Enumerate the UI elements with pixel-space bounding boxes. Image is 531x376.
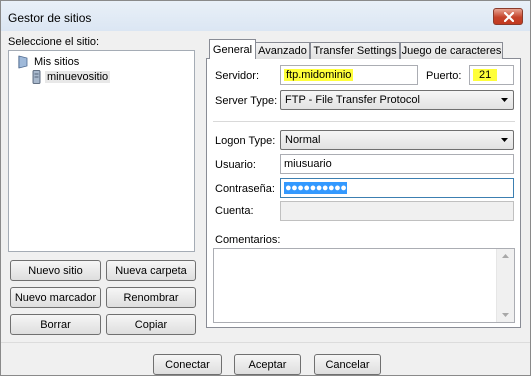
cancel-button[interactable]: Cancelar — [314, 354, 381, 375]
password-input[interactable]: ●●●●●●●●●● — [280, 178, 514, 198]
user-label: Usuario: — [215, 159, 256, 171]
server-label: Servidor: — [215, 70, 260, 82]
close-button[interactable] — [493, 8, 523, 25]
password-value: ●●●●●●●●●● — [284, 182, 348, 194]
logon-type-label: Logon Type: — [215, 135, 276, 147]
chevron-down-icon — [501, 138, 508, 142]
server-type-value: FTP - File Transfer Protocol — [285, 94, 420, 106]
footer-divider — [1, 342, 530, 343]
port-input[interactable]: 21 — [469, 65, 514, 85]
connect-button[interactable]: Conectar — [153, 354, 222, 375]
tree-item-minuevositio[interactable]: minuevositio — [32, 70, 111, 84]
server-value: ftp.midominio — [284, 69, 354, 81]
comments-textarea[interactable] — [213, 248, 515, 323]
site-manager-window: Gestor de sitios Seleccione el sitio: Mi… — [0, 0, 531, 376]
accept-button[interactable]: Aceptar — [234, 354, 301, 375]
chevron-down-icon — [501, 98, 508, 102]
tree-item-mis-sitios[interactable]: Mis sitios — [16, 55, 79, 69]
account-label: Cuenta: — [215, 205, 254, 217]
delete-button[interactable]: Borrar — [10, 314, 101, 335]
divider — [213, 121, 515, 122]
close-icon — [504, 12, 514, 22]
port-label: Puerto: — [426, 70, 462, 82]
user-input[interactable]: miusuario — [280, 154, 514, 174]
tab-transfer-settings[interactable]: Transfer Settings — [310, 42, 400, 59]
server-icon — [32, 70, 41, 84]
site-select-label: Seleccione el sitio: — [8, 36, 100, 48]
logon-type-select[interactable]: Normal — [280, 130, 514, 150]
server-input[interactable]: ftp.midominio — [280, 65, 418, 85]
tab-general[interactable]: General — [209, 39, 256, 59]
port-value: 21 — [473, 69, 498, 81]
folder-icon — [18, 55, 28, 69]
server-type-select[interactable]: FTP - File Transfer Protocol — [280, 90, 514, 110]
comments-scrollbar[interactable] — [496, 249, 514, 322]
new-site-button[interactable]: Nuevo sitio — [10, 260, 101, 281]
scroll-up-icon[interactable] — [502, 254, 509, 258]
logon-type-value: Normal — [285, 134, 321, 146]
tab-avanzado[interactable]: Avanzado — [255, 42, 310, 59]
new-bookmark-button[interactable]: Nuevo marcador — [10, 287, 101, 308]
password-label: Contraseña: — [215, 183, 275, 195]
title-bar[interactable]: Gestor de sitios — [1, 1, 530, 31]
scroll-down-icon[interactable] — [502, 313, 509, 317]
tree-root-label: Mis sitios — [34, 56, 80, 68]
window-title: Gestor de sitios — [8, 11, 92, 25]
site-tree[interactable]: Mis sitios minuevositio — [8, 50, 195, 252]
rename-button[interactable]: Renombrar — [106, 287, 196, 308]
tab-juego-de-caracteres[interactable]: Juego de caracteres — [400, 42, 503, 59]
account-input[interactable] — [280, 201, 514, 221]
server-type-label: Server Type: — [215, 95, 278, 107]
comments-label: Comentarios: — [215, 234, 281, 246]
copy-button[interactable]: Copiar — [106, 314, 196, 335]
new-folder-button[interactable]: Nueva carpeta — [106, 260, 196, 281]
tree-child-label: minuevositio — [45, 71, 111, 83]
